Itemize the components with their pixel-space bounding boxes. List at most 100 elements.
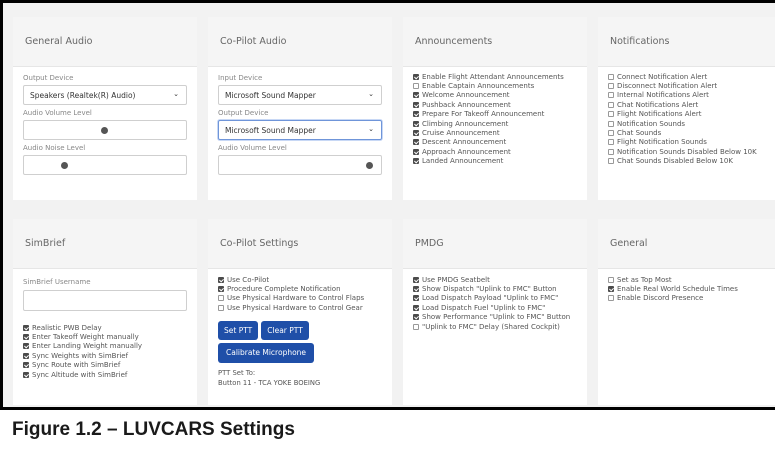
checkbox-icon[interactable] bbox=[23, 343, 29, 350]
checkbox-item[interactable]: Use PMDG Seatbelt bbox=[413, 275, 577, 284]
checkbox-icon[interactable] bbox=[218, 304, 224, 311]
checkbox-icon[interactable] bbox=[608, 130, 614, 137]
checkbox-item[interactable]: Internal Notifications Alert bbox=[608, 91, 768, 100]
checkbox-item[interactable]: Welcome Announcement bbox=[413, 91, 577, 100]
checkbox-icon[interactable] bbox=[413, 295, 419, 302]
checkbox-icon[interactable] bbox=[608, 73, 614, 80]
checkbox-icon[interactable] bbox=[413, 304, 419, 311]
checkbox-item[interactable]: Enter Takeoff Weight manually bbox=[23, 332, 187, 341]
slider-knob[interactable] bbox=[60, 162, 68, 169]
checkbox-item[interactable]: Cruise Announcement bbox=[413, 128, 577, 137]
checkbox-item[interactable]: Flight Notification Sounds bbox=[608, 138, 768, 147]
checkbox-item[interactable]: Use Physical Hardware to Control Flaps bbox=[218, 294, 382, 303]
checkbox-item[interactable]: Enable Real World Schedule Times bbox=[608, 284, 768, 293]
checkbox-icon[interactable] bbox=[608, 148, 614, 155]
checkbox-icon[interactable] bbox=[608, 120, 614, 127]
checkbox-icon[interactable] bbox=[608, 101, 614, 108]
checkbox-item[interactable]: Enter Landing Weight manually bbox=[23, 342, 187, 351]
checkbox-icon[interactable] bbox=[413, 314, 419, 321]
checkbox-item[interactable]: Load Dispatch Payload "Uplink to FMC" bbox=[413, 294, 577, 303]
checkbox-item[interactable]: Procedure Complete Notification bbox=[218, 284, 382, 293]
checkbox-item[interactable]: Chat Sounds bbox=[608, 128, 768, 137]
checkbox-icon[interactable] bbox=[413, 139, 419, 146]
checkbox-icon[interactable] bbox=[413, 73, 419, 80]
checkbox-label: Landed Announcement bbox=[422, 157, 504, 166]
checkbox-item[interactable]: Set as Top Most bbox=[608, 275, 768, 284]
checkbox-icon[interactable] bbox=[218, 276, 224, 283]
checkbox-icon[interactable] bbox=[413, 92, 419, 99]
checkbox-icon[interactable] bbox=[608, 158, 614, 165]
slider-knob[interactable] bbox=[101, 127, 108, 134]
checkbox-icon[interactable] bbox=[413, 111, 419, 118]
checkbox-item[interactable]: Enable Flight Attendant Announcements bbox=[413, 72, 577, 81]
checkbox-label: Use Co-Pilot bbox=[227, 275, 270, 284]
checkbox-item[interactable]: Enable Discord Presence bbox=[608, 294, 768, 303]
chevron-down-icon: ⌄ bbox=[368, 125, 374, 133]
copilot-settings-list: Use Co-Pilot Procedure Complete Notificat… bbox=[218, 275, 382, 313]
checkbox-icon[interactable] bbox=[608, 276, 614, 283]
copilot-output-device-select[interactable]: Microsoft Sound Mapper ⌄ bbox=[218, 120, 382, 140]
checkbox-item[interactable]: Notification Sounds bbox=[608, 119, 768, 128]
checkbox-icon[interactable] bbox=[608, 295, 614, 302]
output-device-select[interactable]: Speakers (Realtek(R) Audio) ⌄ bbox=[23, 85, 187, 105]
checkbox-icon[interactable] bbox=[413, 101, 419, 108]
checkbox-label: Set as Top Most bbox=[617, 275, 672, 284]
checkbox-item[interactable]: Sync Weights with SimBrief bbox=[23, 351, 187, 360]
input-device-select[interactable]: Microsoft Sound Mapper ⌄ bbox=[218, 85, 382, 105]
audio-volume-slider[interactable] bbox=[23, 120, 187, 140]
clear-ptt-button[interactable]: Clear PTT bbox=[261, 320, 309, 340]
checkbox-icon[interactable] bbox=[608, 111, 614, 118]
checkbox-icon[interactable] bbox=[218, 295, 224, 302]
checkbox-icon[interactable] bbox=[413, 276, 419, 283]
checkbox-item[interactable]: Sync Altitude with SimBrief bbox=[23, 370, 187, 379]
checkbox-item[interactable]: Show Dispatch "Uplink to FMC" Button bbox=[413, 284, 577, 293]
checkbox-label: Notification Sounds bbox=[617, 119, 686, 128]
checkbox-icon[interactable] bbox=[608, 286, 614, 293]
checkbox-icon[interactable] bbox=[23, 324, 29, 331]
checkbox-icon[interactable] bbox=[608, 83, 614, 90]
set-ptt-button[interactable]: Set PTT bbox=[218, 320, 259, 340]
checkbox-icon[interactable] bbox=[413, 148, 419, 155]
copilot-volume-slider[interactable] bbox=[218, 155, 382, 175]
settings-window: General Audio Output Device Speakers (Re… bbox=[0, 0, 775, 410]
checkbox-item[interactable]: Landed Announcement bbox=[413, 157, 577, 166]
checkbox-item[interactable]: Approach Announcement bbox=[413, 147, 577, 156]
checkbox-icon[interactable] bbox=[608, 139, 614, 146]
checkbox-item[interactable]: Use Co-Pilot bbox=[218, 275, 382, 284]
checkbox-item[interactable]: Realistic PWB Delay bbox=[23, 323, 187, 332]
slider-knob[interactable] bbox=[365, 162, 373, 169]
checkbox-item[interactable]: Prepare For Takeoff Announcement bbox=[413, 110, 577, 119]
checkbox-label: Use Physical Hardware to Control Gear bbox=[227, 303, 363, 312]
checkbox-item[interactable]: Use Physical Hardware to Control Gear bbox=[218, 303, 382, 312]
checkbox-item[interactable]: Disconnect Notification Alert bbox=[608, 81, 768, 90]
checkbox-icon[interactable] bbox=[413, 158, 419, 165]
checkbox-icon[interactable] bbox=[23, 371, 29, 378]
checkbox-item[interactable]: Flight Notifications Alert bbox=[608, 110, 768, 119]
checkbox-item[interactable]: Notification Sounds Disabled Below 10K bbox=[608, 147, 768, 156]
calibrate-microphone-button[interactable]: Calibrate Microphone bbox=[218, 342, 315, 363]
checkbox-icon[interactable] bbox=[413, 286, 419, 293]
checkbox-label: Chat Sounds Disabled Below 10K bbox=[617, 157, 733, 166]
checkbox-item[interactable]: Show Performance "Uplink to FMC" Button bbox=[413, 313, 577, 322]
simbrief-username-input[interactable] bbox=[23, 290, 187, 311]
checkbox-item[interactable]: Climbing Announcement bbox=[413, 119, 577, 128]
checkbox-icon[interactable] bbox=[23, 352, 29, 359]
checkbox-item[interactable]: Descent Announcement bbox=[413, 138, 577, 147]
checkbox-item[interactable]: Enable Captain Announcements bbox=[413, 81, 577, 90]
audio-noise-slider[interactable] bbox=[23, 155, 187, 175]
checkbox-item[interactable]: "Uplink to FMC" Delay (Shared Cockpit) bbox=[413, 322, 577, 331]
checkbox-item[interactable]: Chat Sounds Disabled Below 10K bbox=[608, 157, 768, 166]
checkbox-icon[interactable] bbox=[413, 323, 419, 330]
checkbox-icon[interactable] bbox=[23, 334, 29, 341]
checkbox-item[interactable]: Chat Notifications Alert bbox=[608, 100, 768, 109]
checkbox-icon[interactable] bbox=[413, 83, 419, 90]
checkbox-icon[interactable] bbox=[413, 130, 419, 137]
checkbox-item[interactable]: Pushback Announcement bbox=[413, 100, 577, 109]
checkbox-icon[interactable] bbox=[218, 286, 224, 293]
checkbox-item[interactable]: Load Dispatch Fuel "Uplink to FMC" bbox=[413, 303, 577, 312]
checkbox-icon[interactable] bbox=[608, 92, 614, 99]
checkbox-icon[interactable] bbox=[413, 120, 419, 127]
checkbox-icon[interactable] bbox=[23, 362, 29, 369]
checkbox-item[interactable]: Sync Route with SimBrief bbox=[23, 361, 187, 370]
checkbox-item[interactable]: Connect Notification Alert bbox=[608, 72, 768, 81]
